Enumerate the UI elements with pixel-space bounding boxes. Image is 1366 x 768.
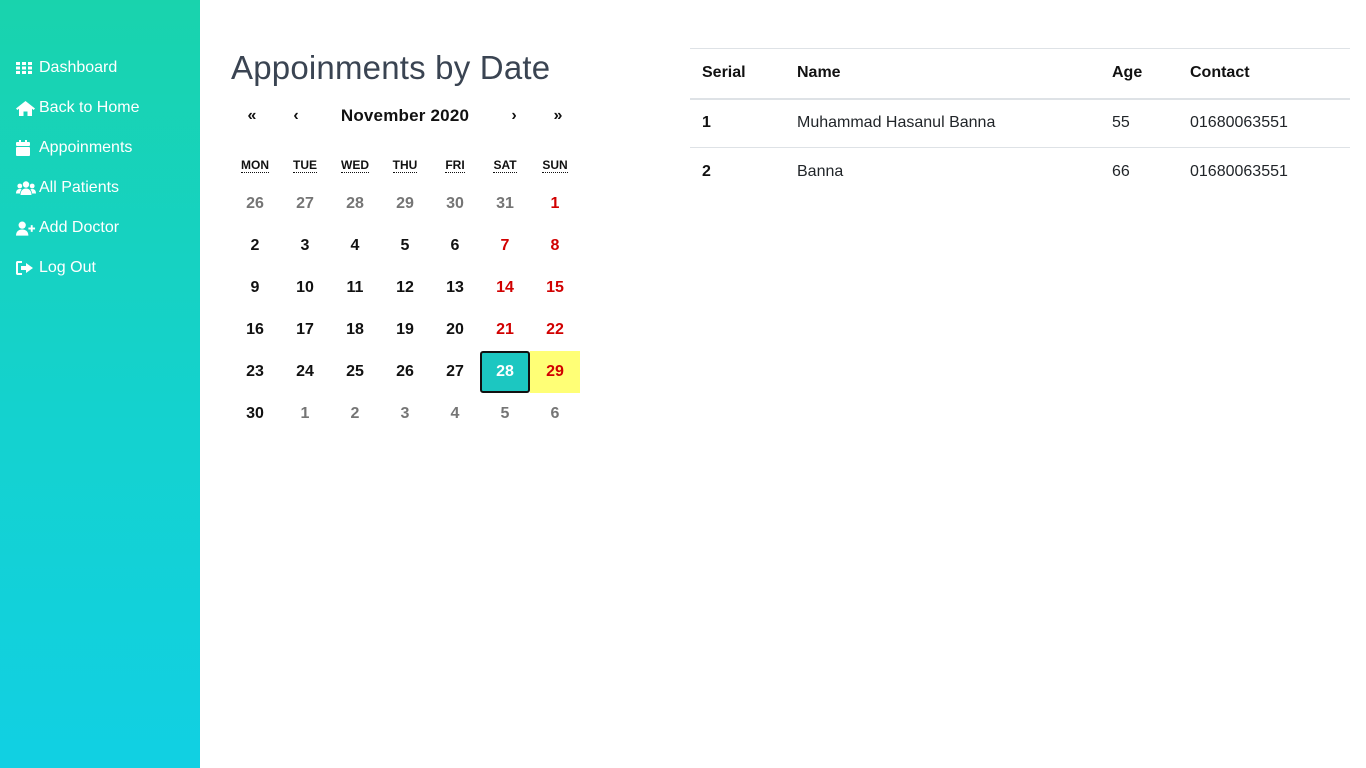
calendar-day[interactable]: 19	[380, 309, 430, 351]
sign-out-icon	[16, 260, 36, 276]
weekday-label: THU	[392, 158, 418, 173]
calendar-day[interactable]: 10	[280, 267, 330, 309]
page-title: Appoinments by Date	[231, 49, 551, 86]
users-icon	[16, 180, 36, 196]
calendar-day[interactable]: 25	[330, 351, 380, 393]
cell-name: Muhammad Hasanul Banna	[797, 114, 996, 132]
weekday-label: WED	[341, 158, 369, 173]
calendar-day[interactable]: 24	[280, 351, 330, 393]
calendar-day[interactable]: 2	[230, 225, 280, 267]
sidebar-item-appoinments[interactable]: Appoinments	[16, 128, 139, 168]
cell-serial: 2	[702, 163, 711, 181]
calendar-day[interactable]: 27	[430, 351, 480, 393]
calendar-day[interactable]: 9	[230, 267, 280, 309]
calendar-day[interactable]: 28	[330, 183, 380, 225]
calendar-day-today[interactable]: 29	[530, 351, 580, 393]
weekday-label: FRI	[445, 158, 465, 173]
cell-serial: 1	[702, 114, 711, 132]
sidebar-nav: Dashboard Back to Home Appoinments All P…	[16, 48, 139, 288]
next-month-button[interactable]: ›	[492, 100, 536, 132]
calendar-day[interactable]: 31	[480, 183, 530, 225]
calendar-day[interactable]: 2	[330, 393, 380, 435]
sidebar-item-add-doctor[interactable]: Add Doctor	[16, 208, 139, 248]
calendar-day[interactable]: 14	[480, 267, 530, 309]
calendar-days-grid: 26 27 28 29 30 31 1 2 3 4 5 6 7 8 9 10 1…	[230, 183, 580, 435]
calendar-month-label[interactable]: November 2020	[330, 100, 480, 132]
cell-name: Banna	[797, 163, 844, 181]
calendar-day[interactable]: 30	[430, 183, 480, 225]
calendar-day[interactable]: 17	[280, 309, 330, 351]
calendar-day[interactable]: 26	[230, 183, 280, 225]
prev-year-button[interactable]: «	[230, 100, 274, 132]
calendar-day[interactable]: 16	[230, 309, 280, 351]
calendar-day[interactable]: 13	[430, 267, 480, 309]
sidebar-item-label: All Patients	[39, 179, 120, 196]
calendar-day[interactable]: 4	[430, 393, 480, 435]
calendar-day[interactable]: 3	[380, 393, 430, 435]
calendar-day[interactable]: 12	[380, 267, 430, 309]
calendar-day[interactable]: 21	[480, 309, 530, 351]
calendar-day[interactable]: 1	[280, 393, 330, 435]
weekday-label: TUE	[293, 158, 317, 173]
calendar-day-selected[interactable]: 28	[480, 351, 530, 393]
sidebar-item-back-to-home[interactable]: Back to Home	[16, 88, 139, 128]
sidebar-item-log-out[interactable]: Log Out	[16, 248, 139, 288]
calendar-day[interactable]: 29	[380, 183, 430, 225]
calendar-day[interactable]: 5	[380, 225, 430, 267]
sidebar-item-label: Appoinments	[39, 139, 133, 156]
table-row: 1 Muhammad Hasanul Banna 55 01680063551	[690, 99, 1350, 148]
calendar-day[interactable]: 4	[330, 225, 380, 267]
cell-age: 66	[1112, 163, 1130, 181]
column-header-name: Name	[797, 64, 841, 82]
appointments-table: Serial Name Age Contact 1 Muhammad Hasan…	[690, 48, 1350, 197]
calendar-day[interactable]: 27	[280, 183, 330, 225]
sidebar-item-label: Back to Home	[39, 99, 140, 116]
column-header-contact: Contact	[1190, 64, 1250, 82]
calendar-day[interactable]: 30	[230, 393, 280, 435]
calendar-day[interactable]: 5	[480, 393, 530, 435]
weekday-label: SUN	[542, 158, 568, 173]
sidebar: Dashboard Back to Home Appoinments All P…	[0, 0, 200, 768]
prev-month-button[interactable]: ‹	[274, 100, 318, 132]
sidebar-item-dashboard[interactable]: Dashboard	[16, 48, 139, 88]
calendar-day[interactable]: 22	[530, 309, 580, 351]
cell-contact: 01680063551	[1190, 114, 1288, 132]
calendar-navigation: « ‹ November 2020 › »	[230, 100, 580, 132]
calendar-day[interactable]: 11	[330, 267, 380, 309]
weekday-label: SAT	[493, 158, 517, 173]
cell-contact: 01680063551	[1190, 163, 1288, 181]
calendar-day[interactable]: 6	[430, 225, 480, 267]
calendar-day[interactable]: 15	[530, 267, 580, 309]
calendar-day[interactable]: 6	[530, 393, 580, 435]
calendar-day[interactable]: 18	[330, 309, 380, 351]
sidebar-item-label: Log Out	[39, 259, 96, 276]
calendar-weekdays: MON TUE WED THU FRI SAT SUN	[230, 158, 580, 173]
calendar-day[interactable]: 3	[280, 225, 330, 267]
user-plus-icon	[16, 220, 36, 236]
sidebar-item-all-patients[interactable]: All Patients	[16, 168, 139, 208]
sidebar-item-label: Add Doctor	[39, 219, 120, 236]
appointments-table-container: Serial Name Age Contact 1 Muhammad Hasan…	[690, 48, 1350, 197]
calendar-day[interactable]: 7	[480, 225, 530, 267]
calendar-day[interactable]: 8	[530, 225, 580, 267]
calendar-day[interactable]: 26	[380, 351, 430, 393]
calendar-day[interactable]: 20	[430, 309, 480, 351]
calendar-day[interactable]: 1	[530, 183, 580, 225]
table-header-row: Serial Name Age Contact	[690, 48, 1350, 99]
weekday-label: MON	[241, 158, 269, 173]
column-header-age: Age	[1112, 64, 1143, 82]
table-row: 2 Banna 66 01680063551	[690, 148, 1350, 197]
calendar-icon	[16, 140, 36, 156]
calendar-day[interactable]: 23	[230, 351, 280, 393]
cell-age: 55	[1112, 114, 1130, 132]
grid-icon	[16, 60, 36, 76]
column-header-serial: Serial	[702, 64, 746, 82]
sidebar-item-label: Dashboard	[39, 59, 118, 76]
home-icon	[16, 100, 36, 116]
next-year-button[interactable]: »	[536, 100, 580, 132]
